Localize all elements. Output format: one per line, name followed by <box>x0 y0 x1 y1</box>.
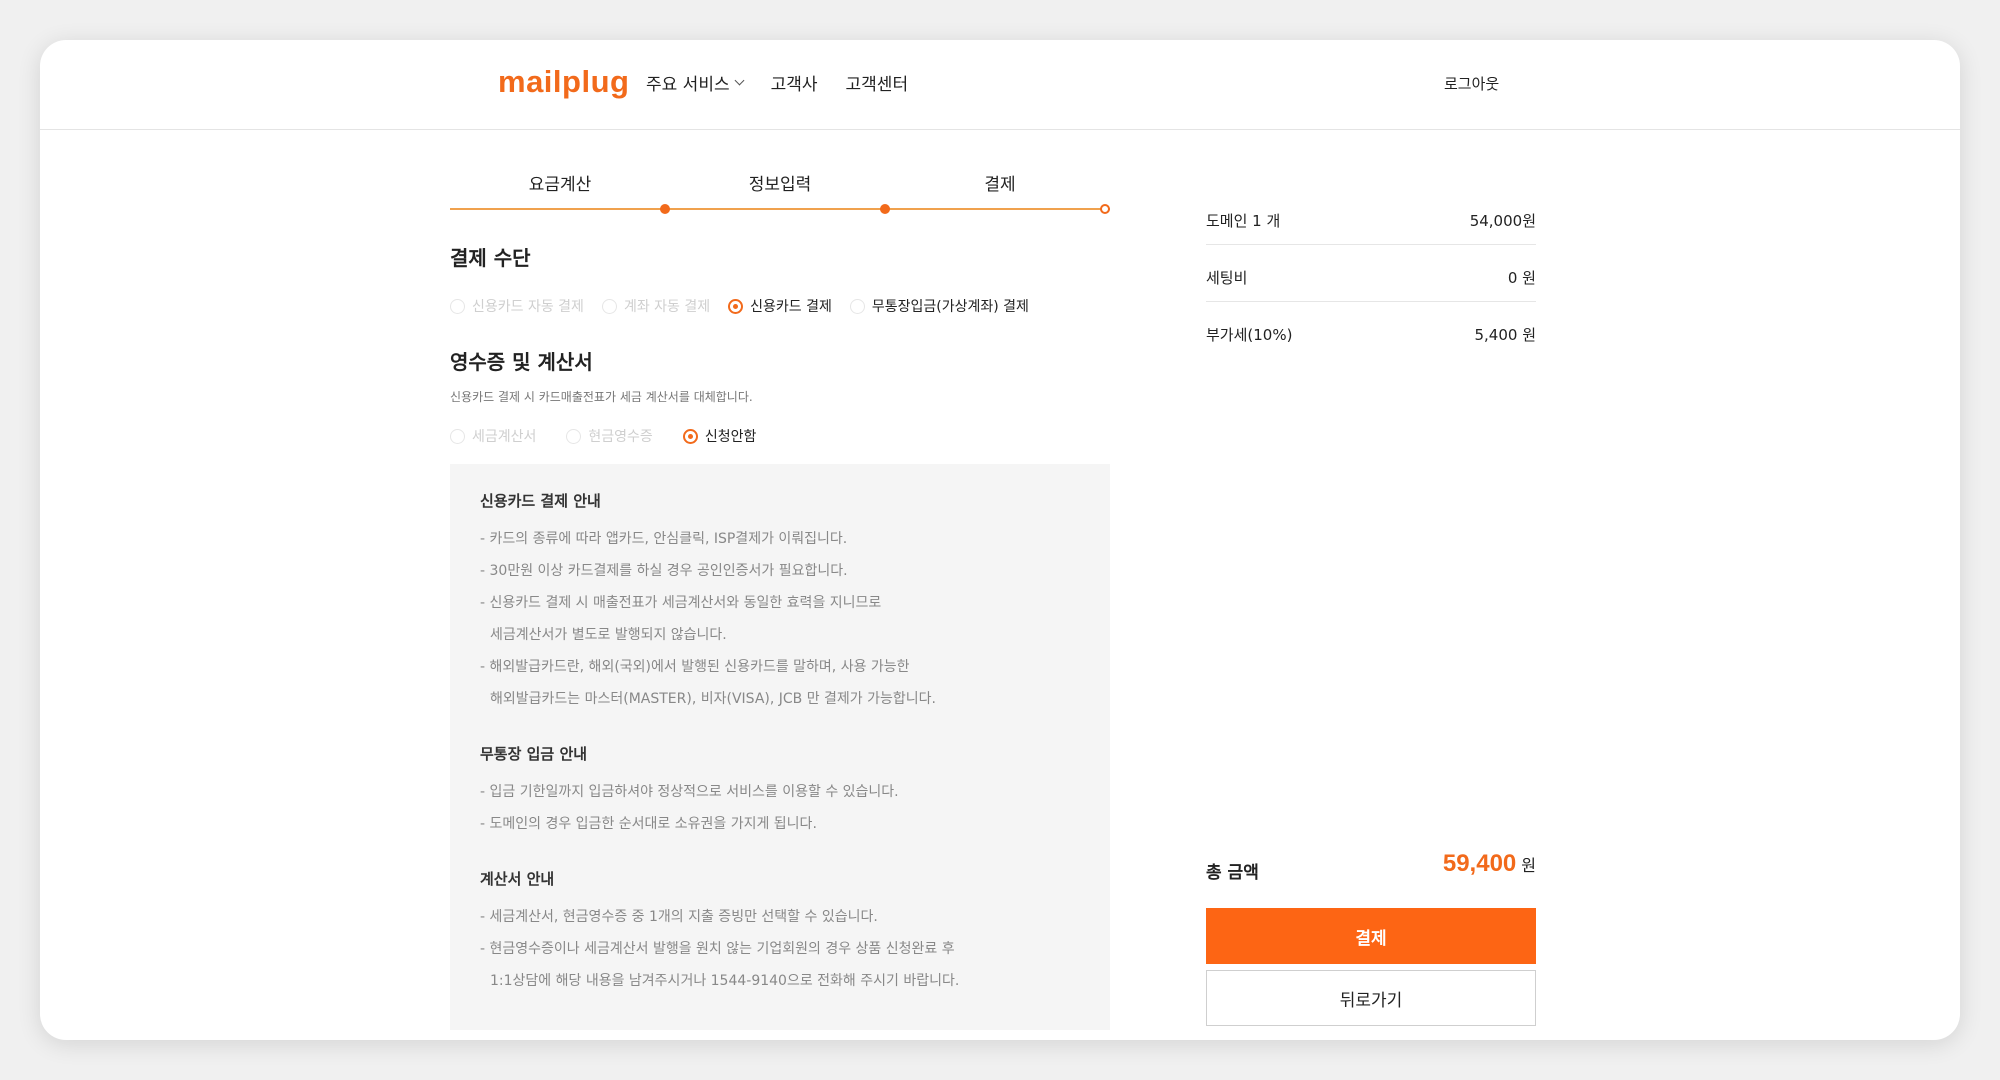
radio-credit-card[interactable]: 신용카드 결제 <box>728 296 832 316</box>
radio-no-request[interactable]: 신청안함 <box>682 426 757 446</box>
nav-support-center[interactable]: 고객센터 <box>846 70 909 95</box>
step-payment: 결제 <box>984 175 1016 195</box>
mailplug-logo[interactable]: mailplug <box>498 64 629 100</box>
chevron-down-icon <box>734 75 745 86</box>
radio-circle-icon <box>849 298 865 314</box>
info-line: - 30만원 이상 카드결제를 하실 경우 공인인증서가 필요합니다. <box>480 563 848 579</box>
summary-label: 세팅비 <box>1206 269 1248 287</box>
total-amount: 59,400 원 <box>1390 850 1536 878</box>
summary-row-domain: 도메인 1 개 54,000원 <box>1206 188 1536 245</box>
invoice-info-group: 계산서 안내 - 세금계산서, 현금영수증 중 1개의 지출 증빙만 선택할 수… <box>480 868 1080 997</box>
step-info-input: 정보입력 <box>748 175 812 195</box>
app-window: mailplug 주요 서비스 고객사 고객센터 로그아웃 요금계산 정보입력 … <box>40 40 1960 1040</box>
radio-tax-invoice[interactable]: 세금계산서 <box>450 426 536 446</box>
step-dot-2 <box>880 204 890 214</box>
radio-cash-receipt[interactable]: 현금영수증 <box>566 426 653 446</box>
checkout-steps: 요금계산 정보입력 결제 <box>450 170 1110 220</box>
receipt-title: 영수증 및 계산서 <box>450 350 593 374</box>
info-line: - 카드의 종류에 따라 앱카드, 안심클릭, ISP결제가 이뤄집니다. <box>480 531 848 547</box>
radio-label: 신용카드 자동 결제 <box>472 299 584 315</box>
step-progress-line <box>450 208 1110 210</box>
step-dot-3 <box>1100 204 1110 214</box>
radio-label: 세금계산서 <box>472 429 537 445</box>
nav-main-services-label: 주요 서비스 <box>646 75 730 95</box>
radio-checked-icon <box>728 298 744 314</box>
radio-account-auto[interactable]: 계좌 자동 결제 <box>601 296 711 316</box>
main-nav: 주요 서비스 고객사 고객센터 <box>646 70 908 95</box>
top-header: mailplug 주요 서비스 고객사 고객센터 로그아웃 <box>40 40 1960 130</box>
card-info-group: 신용카드 결제 안내 - 카드의 종류에 따라 앱카드, 안심클릭, ISP결제… <box>480 490 1080 715</box>
radio-label: 무통장입금(가상계좌) 결제 <box>871 299 1029 315</box>
summary-value: 0 원 <box>1507 269 1536 287</box>
logout-link[interactable]: 로그아웃 <box>1444 73 1499 94</box>
summary-row-setup: 세팅비 0 원 <box>1206 245 1536 302</box>
step-fee-calc: 요금계산 <box>528 175 592 195</box>
radio-label: 신용카드 결제 <box>750 299 832 315</box>
radio-circle-icon <box>566 428 582 444</box>
total-amount-number: 59,400 <box>1442 850 1517 877</box>
radio-label: 현금영수증 <box>588 429 653 445</box>
receipt-description: 신용카드 결제 시 카드매출전표가 세금 계산서를 대체합니다. <box>450 390 753 404</box>
step-dot-1 <box>660 204 670 214</box>
back-button[interactable]: 뒤로가기 <box>1206 970 1536 1026</box>
summary-value: 5,400 원 <box>1474 326 1536 344</box>
payment-method-title: 결제 수단 <box>450 246 531 270</box>
nav-customers[interactable]: 고객사 <box>771 70 818 95</box>
summary-value: 54,000원 <box>1469 212 1536 230</box>
info-line: - 입금 기한일까지 입금하셔야 정상적으로 서비스를 이용할 수 있습니다. <box>480 784 899 800</box>
card-info-heading: 신용카드 결제 안내 <box>480 492 601 510</box>
receipt-options: 세금계산서 현금영수증 신청안함 <box>450 426 774 446</box>
radio-label: 신청안함 <box>704 429 757 445</box>
summary-row-vat: 부가세(10%) 5,400 원 <box>1206 302 1536 359</box>
info-line: 해외발급카드는 마스터(MASTER), 비자(VISA), JCB 만 결제가… <box>490 691 936 707</box>
invoice-info-heading: 계산서 안내 <box>480 870 555 888</box>
info-line: 세금계산서가 별도로 발행되지 않습니다. <box>490 627 727 643</box>
nav-main-services[interactable]: 주요 서비스 <box>646 70 745 95</box>
info-line: - 신용카드 결제 시 매출전표가 세금계산서와 동일한 효력을 지니므로 <box>480 595 882 611</box>
info-line: - 현금영수증이나 세금계산서 발행을 원치 않는 기업회원의 경우 상품 신청… <box>480 941 955 957</box>
radio-checked-icon <box>682 428 698 444</box>
summary-label: 도메인 1 개 <box>1206 212 1281 230</box>
info-line: - 해외발급카드란, 해외(국외)에서 발행된 신용카드를 말하며, 사용 가능… <box>480 659 910 675</box>
info-line: - 도메인의 경우 입금한 순서대로 소유권을 가지게 됩니다. <box>480 816 817 832</box>
radio-label: 계좌 자동 결제 <box>623 299 711 315</box>
total-amount-unit: 원 <box>1521 856 1536 875</box>
radio-bank-transfer[interactable]: 무통장입금(가상계좌) 결제 <box>849 296 1029 316</box>
bank-info-group: 무통장 입금 안내 - 입금 기한일까지 입금하셔야 정상적으로 서비스를 이용… <box>480 743 1080 840</box>
info-line: - 세금계산서, 현금영수증 중 1개의 지출 증빙만 선택할 수 있습니다. <box>480 909 878 925</box>
summary-label: 부가세(10%) <box>1206 326 1293 344</box>
payment-method-options: 신용카드 자동 결제 계좌 자동 결제 신용카드 결제 무통장입금(가상계좌) … <box>450 296 1047 316</box>
bank-info-heading: 무통장 입금 안내 <box>480 745 588 763</box>
radio-circle-icon <box>601 298 617 314</box>
pay-button[interactable]: 결제 <box>1206 908 1536 964</box>
info-line: 1:1상담에 해당 내용을 남겨주시거나 1544-9140으로 전화해 주시기… <box>490 973 960 989</box>
radio-card-auto[interactable]: 신용카드 자동 결제 <box>450 296 584 316</box>
radio-circle-icon <box>450 298 465 314</box>
total-label: 총 금액 <box>1206 863 1259 883</box>
radio-circle-icon <box>450 428 465 444</box>
payment-info-box: 신용카드 결제 안내 - 카드의 종류에 따라 앱카드, 안심클릭, ISP결제… <box>450 464 1110 1030</box>
